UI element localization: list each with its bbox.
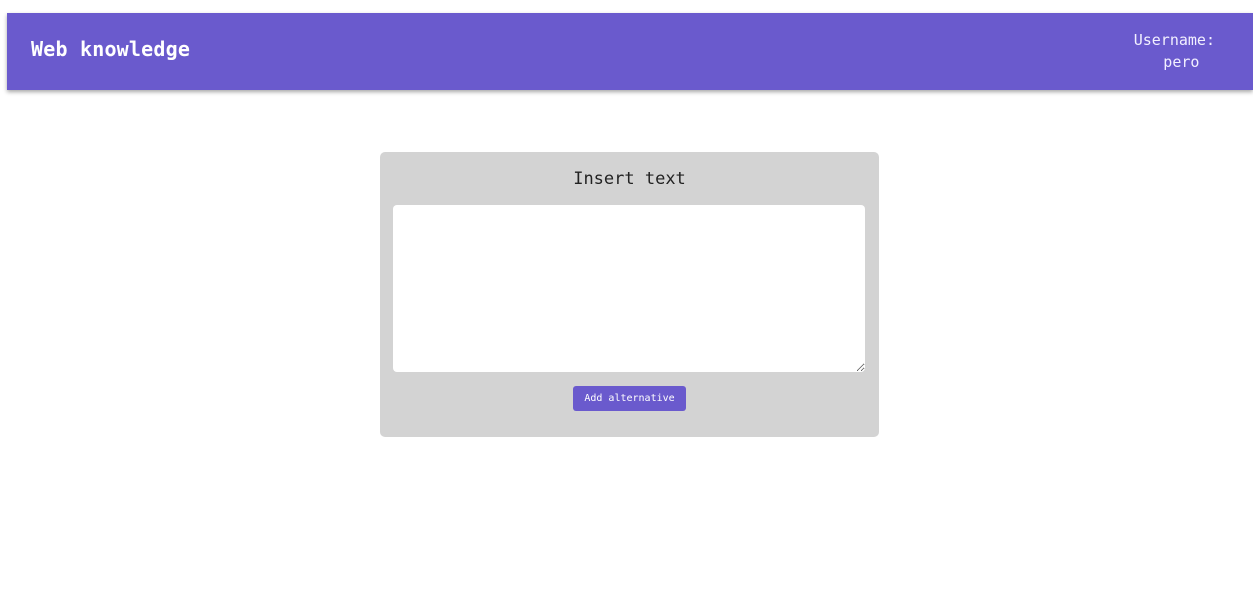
brand-title[interactable]: Web knowledge [31,37,190,61]
user-info: Username: pero [1134,29,1215,73]
username-value: pero [1163,53,1200,71]
card-title: Insert text [573,169,686,189]
username-label: Username: [1133,31,1215,49]
insert-text-card: Insert text Add alternative [380,152,879,437]
top-navbar: Web knowledge Username: pero [7,13,1253,90]
add-alternative-button[interactable]: Add alternative [573,386,686,411]
text-input[interactable] [393,205,865,372]
